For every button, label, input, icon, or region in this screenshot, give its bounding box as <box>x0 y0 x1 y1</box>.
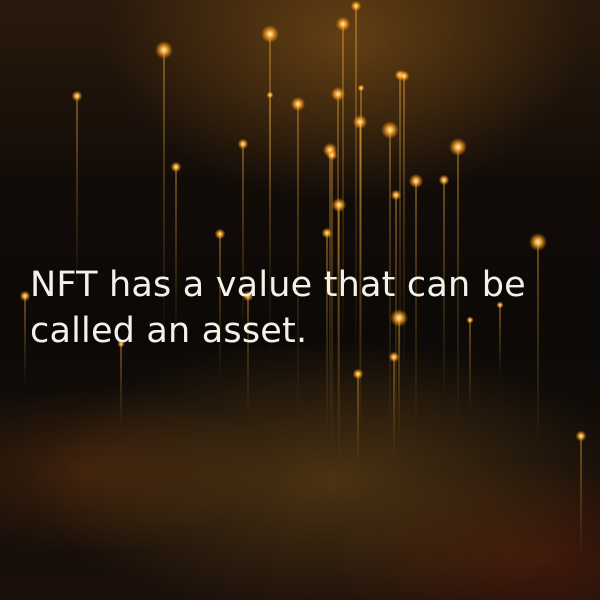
light-streak <box>337 94 339 424</box>
light-particle <box>321 227 333 239</box>
light-streak <box>297 104 299 414</box>
light-particle <box>335 16 351 32</box>
nft-background-scene: NFT has a value that can be called an as… <box>0 0 600 600</box>
light-particle <box>352 114 368 130</box>
light-particle <box>326 149 338 161</box>
light-particle <box>214 228 226 240</box>
light-streak <box>360 88 362 408</box>
light-particle <box>155 41 173 59</box>
light-streak <box>24 296 26 386</box>
light-particle <box>71 90 83 102</box>
light-streak <box>393 357 395 457</box>
light-particle <box>261 25 279 43</box>
light-particle <box>390 189 402 201</box>
light-streak <box>120 344 122 424</box>
light-particle <box>237 138 249 150</box>
light-particle <box>408 173 424 189</box>
light-particle <box>350 0 362 12</box>
light-particle <box>449 138 467 156</box>
light-particle <box>352 368 364 380</box>
light-streak <box>269 95 271 255</box>
caption-text: NFT has a value that can be called an as… <box>30 265 526 351</box>
light-particle <box>398 70 410 82</box>
light-particle <box>357 84 365 92</box>
light-streak <box>357 374 359 464</box>
light-particle <box>575 430 587 442</box>
light-particle <box>266 91 274 99</box>
light-particle <box>381 121 399 139</box>
light-particle <box>331 197 347 213</box>
light-particle <box>170 161 182 173</box>
light-particle <box>438 174 450 186</box>
light-particle <box>529 233 547 251</box>
light-particle <box>19 290 31 302</box>
light-particle <box>290 96 306 112</box>
light-streak <box>580 436 582 556</box>
